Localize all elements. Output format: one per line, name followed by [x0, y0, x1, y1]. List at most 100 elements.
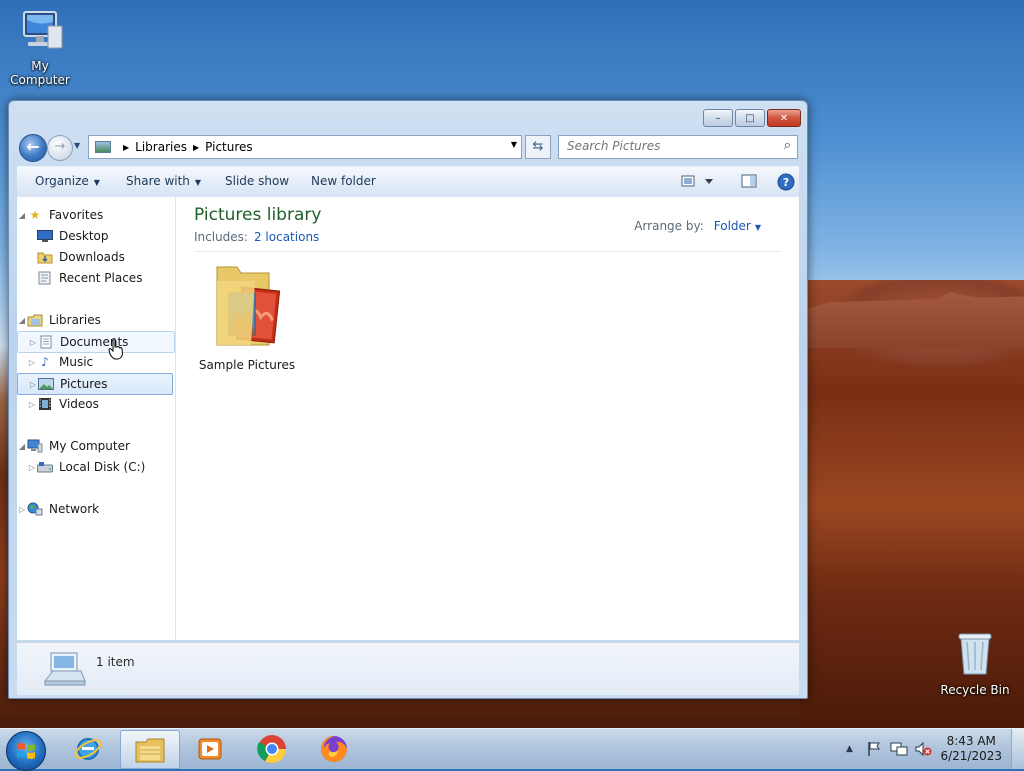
- collapsed-arrow-icon[interactable]: ▷: [27, 400, 37, 409]
- clock[interactable]: 8:43 AM 6/21/2023: [940, 734, 1002, 764]
- music-icon: ♪: [41, 355, 49, 369]
- search-input[interactable]: [559, 136, 775, 156]
- hand-cursor-icon: [108, 338, 124, 360]
- taskbar-firefox[interactable]: [305, 730, 363, 767]
- preview-pane-icon: [741, 174, 757, 188]
- nav-documents[interactable]: ▷ Documents: [17, 331, 175, 353]
- nav-videos[interactable]: ▷ Videos: [17, 394, 173, 414]
- change-view-button[interactable]: [681, 174, 715, 191]
- breadcrumb-pictures[interactable]: Pictures: [205, 140, 253, 154]
- minimize-icon: –: [715, 112, 721, 124]
- expanded-arrow-icon[interactable]: ◢: [17, 211, 27, 220]
- breadcrumb-separator-icon[interactable]: ▶: [123, 143, 129, 152]
- search-icon[interactable]: ⌕: [784, 138, 791, 153]
- chevron-down-icon: ▼: [194, 178, 202, 187]
- refresh-icon: ⇆: [532, 139, 544, 154]
- volume-muted-icon: [915, 741, 932, 757]
- help-button[interactable]: ?: [777, 173, 795, 194]
- window-controls: – □ ✕: [703, 109, 801, 127]
- collapsed-arrow-icon[interactable]: ▷: [27, 358, 37, 367]
- folder-icon: [135, 738, 165, 762]
- picture-folder-icon: [216, 266, 281, 346]
- collapsed-arrow-icon[interactable]: ▷: [28, 338, 38, 347]
- nav-pictures[interactable]: ▷ Pictures: [17, 373, 173, 395]
- nav-local-disk[interactable]: ▷ Local Disk (C:): [17, 457, 173, 477]
- start-button[interactable]: [6, 731, 46, 771]
- nav-network[interactable]: ▷ Network: [17, 499, 173, 519]
- navigation-bar: ← → ▼ ▶ Libraries ▶ Pictures ▼ ⇆ ⌕: [17, 133, 799, 162]
- clock-date: 6/21/2023: [940, 749, 1002, 763]
- arrange-label: Arrange by:: [634, 219, 704, 233]
- clock-time: 8:43 AM: [946, 734, 996, 748]
- desktop-icon-my-computer[interactable]: My Computer: [0, 8, 80, 87]
- library-view[interactable]: Pictures library Includes: 2 locations Ar…: [177, 197, 799, 640]
- share-with-menu[interactable]: Share with ▼: [126, 174, 201, 188]
- address-dropdown-icon[interactable]: ▼: [511, 140, 517, 149]
- volume-button[interactable]: [914, 741, 932, 760]
- nav-label: Network: [49, 502, 100, 516]
- action-center-button[interactable]: [866, 741, 882, 760]
- show-hidden-icons-button[interactable]: ▲: [846, 744, 853, 754]
- nav-label: Recent Places: [59, 271, 143, 285]
- close-icon: ✕: [779, 112, 789, 124]
- back-button[interactable]: ←: [19, 134, 47, 162]
- desktop-icon-recycle-bin[interactable]: Recycle Bin: [937, 630, 1013, 697]
- maximize-button[interactable]: □: [735, 109, 765, 127]
- command-bar: Organize ▼ Share with ▼ Slide show New fol…: [17, 166, 799, 198]
- nav-music[interactable]: ▷ ♪ Music: [17, 352, 173, 372]
- firefox-icon: [321, 735, 347, 762]
- documents-icon: [38, 335, 54, 349]
- share-with-label: Share with: [126, 174, 190, 188]
- flag-icon: [868, 742, 880, 756]
- nav-label: Videos: [59, 397, 99, 411]
- taskbar-windows-explorer[interactable]: [120, 730, 180, 769]
- preview-pane-button[interactable]: [741, 174, 757, 191]
- recent-pages-button[interactable]: ▼: [74, 141, 80, 150]
- expanded-arrow-icon[interactable]: ◢: [17, 316, 27, 325]
- collapsed-arrow-icon[interactable]: ▷: [28, 380, 38, 389]
- taskbar-media-player[interactable]: [181, 730, 239, 767]
- videos-icon: [37, 397, 53, 411]
- navigation-pane[interactable]: ◢ ★ Favorites Desktop Downloads Recent P…: [17, 197, 176, 640]
- library-includes: Includes: 2 locations: [194, 230, 319, 244]
- nav-favorites[interactable]: ◢ ★ Favorites: [17, 205, 173, 225]
- nav-label: Pictures: [60, 377, 108, 391]
- taskbar-internet-explorer[interactable]: [59, 730, 117, 767]
- search-box[interactable]: ⌕: [558, 135, 798, 159]
- minimize-button[interactable]: –: [703, 109, 733, 127]
- nav-my-computer[interactable]: ◢ My Computer: [17, 436, 173, 456]
- collapsed-arrow-icon[interactable]: ▷: [27, 463, 37, 472]
- computer-icon: [27, 439, 43, 453]
- maximize-icon: □: [745, 112, 755, 124]
- show-desktop-button[interactable]: [1011, 729, 1024, 769]
- locations-link[interactable]: 2 locations: [254, 230, 319, 244]
- taskbar-chrome[interactable]: [243, 730, 301, 767]
- nav-libraries[interactable]: ◢ Libraries: [17, 310, 173, 330]
- arrange-dropdown[interactable]: Folder: [714, 219, 751, 233]
- library-icon: [43, 652, 86, 686]
- close-button[interactable]: ✕: [767, 109, 801, 127]
- slide-show-button[interactable]: Slide show: [225, 174, 289, 188]
- organize-label: Organize: [35, 174, 89, 188]
- desktop-icon-label: Recycle Bin: [940, 683, 1010, 697]
- folder-item[interactable]: Sample Pictures: [197, 259, 297, 372]
- refresh-button[interactable]: ⇆: [525, 135, 551, 159]
- organize-menu[interactable]: Organize ▼: [35, 174, 100, 188]
- item-count: 1 item: [96, 655, 135, 669]
- address-bar[interactable]: ▶ Libraries ▶ Pictures ▼: [88, 135, 522, 159]
- expanded-arrow-icon[interactable]: ◢: [17, 442, 27, 451]
- breadcrumb-separator-icon[interactable]: ▶: [193, 143, 199, 152]
- chevron-down-icon[interactable]: ▼: [755, 223, 761, 232]
- nav-desktop[interactable]: Desktop: [17, 226, 173, 246]
- new-folder-button[interactable]: New folder: [311, 174, 376, 188]
- explorer-window: – □ ✕ ← → ▼ ▶ Libraries ▶ Pictures ▼ ⇆ ⌕…: [8, 100, 808, 699]
- network-status-button[interactable]: [890, 741, 908, 760]
- collapsed-arrow-icon[interactable]: ▷: [17, 505, 27, 514]
- breadcrumb-libraries[interactable]: Libraries: [135, 140, 187, 154]
- nav-recent-places[interactable]: Recent Places: [17, 268, 173, 288]
- internet-explorer-icon: [74, 737, 102, 760]
- forward-button[interactable]: →: [47, 135, 73, 161]
- nav-downloads[interactable]: Downloads: [17, 247, 173, 267]
- media-player-icon: [198, 738, 222, 759]
- folder-label: Sample Pictures: [198, 358, 296, 372]
